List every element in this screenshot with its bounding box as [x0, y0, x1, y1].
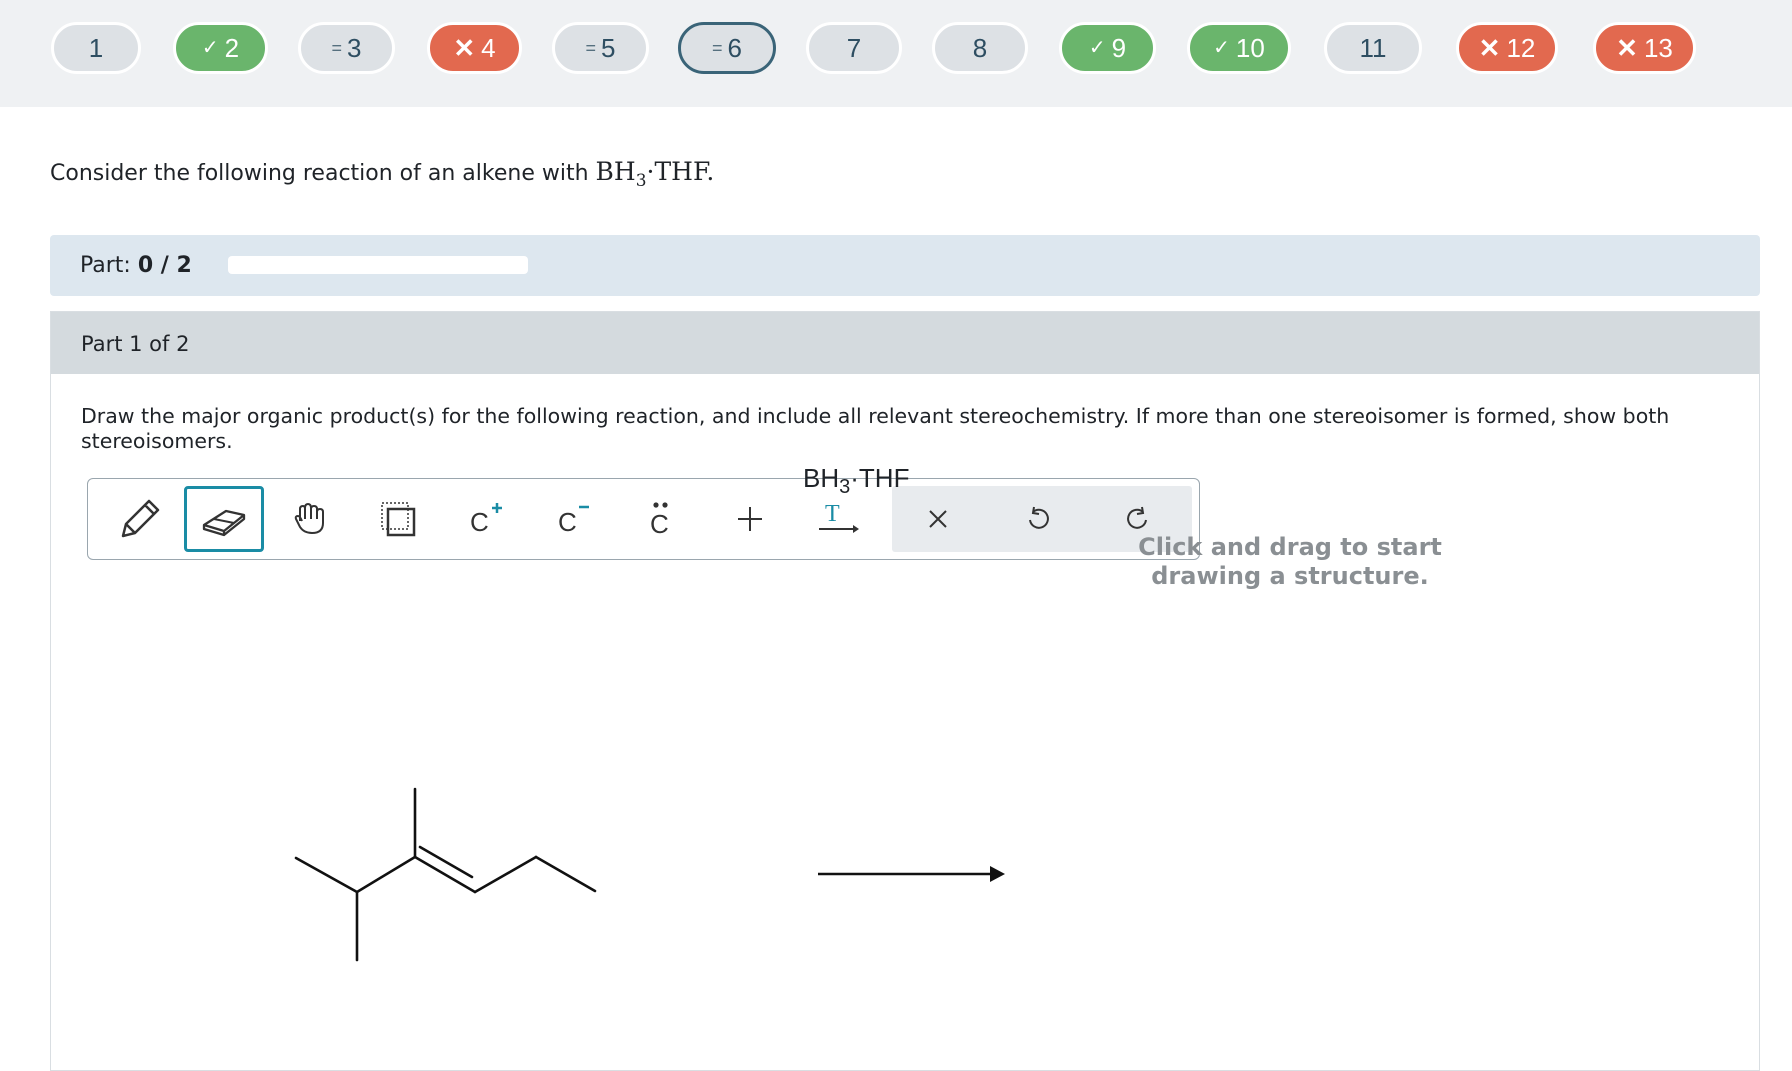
reactant-structure	[294, 787, 597, 962]
canvas-hint: Click and drag to start drawing a struct…	[1138, 533, 1442, 590]
reaction-canvas[interactable]	[0, 0, 1792, 1024]
reaction-arrow	[818, 866, 1005, 882]
reaction-reagent-label: BH3·THF	[803, 463, 910, 499]
